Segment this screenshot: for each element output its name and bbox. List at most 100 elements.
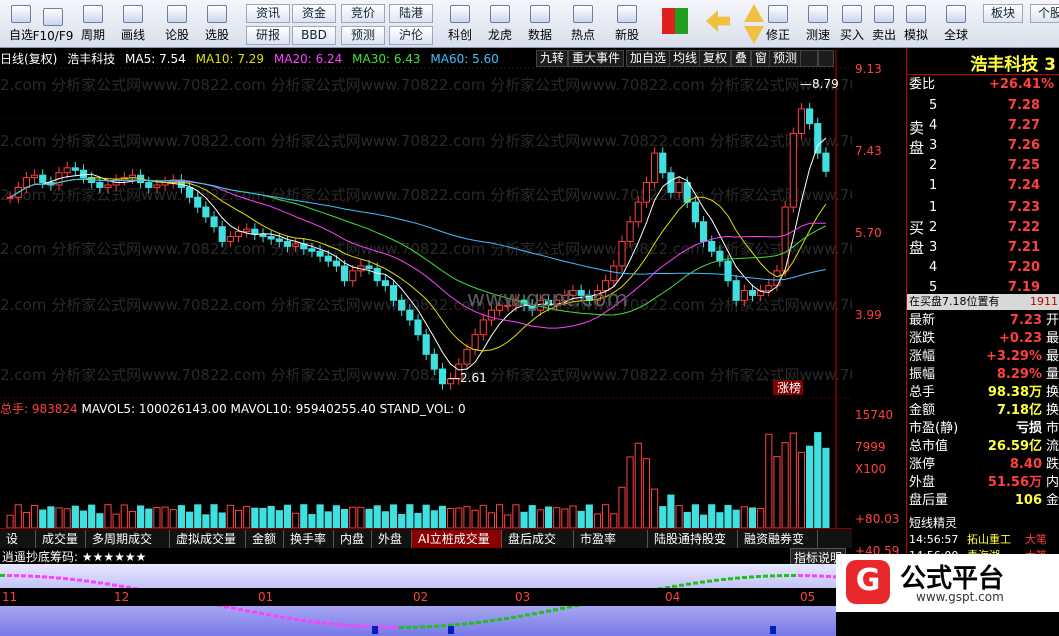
indicator-mark bbox=[21, 574, 26, 578]
buy-position-value: 1911 bbox=[1030, 295, 1058, 308]
indicator-mark bbox=[427, 625, 432, 629]
back-arrow-icon[interactable] bbox=[706, 10, 730, 32]
volume-bar bbox=[512, 504, 520, 529]
indicator-mark bbox=[343, 623, 348, 627]
toolbar-label: 卖出 bbox=[871, 28, 896, 42]
indicator-tab[interactable]: AI立桩成交量 bbox=[412, 530, 502, 548]
toolbar-button-4[interactable]: 论股 bbox=[158, 2, 196, 46]
volume-bar bbox=[797, 451, 806, 529]
quote-stat-row: 金额 7.18亿换 bbox=[907, 402, 1059, 420]
indicator-tab[interactable]: 陆股通持股变化 bbox=[648, 530, 738, 564]
volume-bar bbox=[553, 507, 561, 529]
date-axis-label: 11 bbox=[2, 590, 18, 604]
price-axis-label: 9.13 bbox=[855, 62, 882, 76]
quote-stat-value: 51.56万 bbox=[987, 475, 1042, 490]
volume-bar bbox=[781, 442, 789, 529]
toolbar-small-button[interactable]: 预测 bbox=[341, 26, 385, 45]
toolbar-button-10[interactable]: 新股 bbox=[608, 2, 646, 46]
indicator-tab[interactable]: 成交量 bbox=[36, 530, 86, 548]
indicator-mark bbox=[490, 619, 495, 623]
indicator-tab[interactable]: 多周期成交量 bbox=[86, 530, 170, 564]
volume-bar bbox=[292, 512, 300, 529]
quote-stat-extra: 换 bbox=[1045, 403, 1059, 418]
kline-chart[interactable]: 2.com 分析家公式网www.70822.com 分析家公式网www.7082… bbox=[0, 50, 852, 606]
indicator-mark bbox=[392, 625, 397, 629]
quote-stat-extra: 内 bbox=[1045, 475, 1059, 490]
stock-title: 浩丰科技 3 bbox=[970, 55, 1056, 75]
toolbar-button-5[interactable]: 选股 bbox=[198, 2, 236, 46]
quote-stat-label: 涨幅 bbox=[909, 349, 936, 364]
toolbar-right-button[interactable]: 板块 bbox=[983, 4, 1023, 23]
volume-bar bbox=[438, 505, 447, 529]
volume-bar bbox=[6, 514, 14, 529]
indicator-mark bbox=[357, 624, 362, 628]
toolbar-button-11[interactable]: 修正 bbox=[759, 2, 797, 46]
volume-bar bbox=[536, 509, 544, 529]
candle-body bbox=[259, 233, 267, 238]
candle-body bbox=[373, 267, 381, 282]
indicator-mark bbox=[0, 574, 5, 577]
toolbar-button-16[interactable]: 全球 bbox=[937, 2, 975, 46]
volume-bar bbox=[153, 507, 161, 529]
sell-icon bbox=[874, 5, 894, 23]
toolbar-right-button[interactable]: 个股 bbox=[1030, 4, 1059, 23]
weibi-label: 委比 bbox=[909, 77, 936, 92]
toolbar-button-3[interactable]: 画线 bbox=[114, 2, 152, 46]
quote-stat-value: 106 bbox=[1014, 493, 1042, 508]
candle-body bbox=[308, 248, 316, 252]
toolbar-button-8[interactable]: 数据 bbox=[521, 2, 559, 46]
toolbar-label: 论股 bbox=[164, 28, 189, 42]
toolbar-small-button[interactable]: 资讯 bbox=[246, 4, 290, 23]
indicator-tab[interactable]: 融资融券变化 bbox=[738, 530, 818, 564]
indicator-tab[interactable]: 内盘 bbox=[334, 530, 372, 548]
quote-stat-value: +0.23 bbox=[999, 331, 1042, 346]
quote-stat-extra: 最 bbox=[1045, 349, 1059, 364]
indicator-mark bbox=[518, 614, 523, 618]
sell-level-row: 5 7.28 bbox=[927, 96, 1059, 116]
candle-body bbox=[642, 182, 651, 203]
indicator-mark bbox=[322, 621, 327, 625]
toolbar-button-9[interactable]: 热点 bbox=[564, 2, 602, 46]
favorites-color-icon[interactable] bbox=[662, 8, 688, 34]
toolbar-small-button[interactable]: 沪伦 bbox=[389, 26, 433, 45]
toolbar-label: 自选 bbox=[8, 28, 33, 42]
volume-bar bbox=[47, 506, 55, 529]
candle-body bbox=[708, 240, 716, 252]
toolbar-small-button[interactable]: BBD bbox=[292, 26, 336, 45]
toolbar-button-6[interactable]: 科创 bbox=[441, 2, 479, 46]
toolbar-button-2[interactable]: 周期 bbox=[74, 2, 112, 46]
toolbar-small-button[interactable]: 陆港 bbox=[389, 4, 433, 23]
indicator-mark bbox=[385, 625, 390, 629]
indicator-mark bbox=[350, 624, 355, 628]
toolbar-small-button[interactable]: 竞价 bbox=[341, 4, 385, 23]
toolbar-small-button[interactable]: 研报 bbox=[246, 26, 290, 45]
indicator-tab[interactable]: 外盘 bbox=[372, 530, 412, 548]
indicator-mark bbox=[532, 612, 537, 616]
toolbar-button-12[interactable]: 测速 bbox=[799, 2, 837, 46]
candle-body bbox=[773, 270, 781, 287]
indicator-tab[interactable]: 设置 bbox=[0, 530, 36, 564]
candle-body bbox=[22, 177, 30, 188]
watermark-text: 2.com 分析家公式网www.70822.com 分析家公式网www.7082… bbox=[0, 186, 852, 204]
volume-bar bbox=[740, 506, 748, 529]
volume-bar bbox=[487, 512, 496, 529]
toolbar-small-button[interactable]: 资金 bbox=[292, 4, 336, 23]
indicator-tab[interactable]: 换手率 bbox=[284, 530, 334, 548]
toolbar-button-7[interactable]: 龙虎 bbox=[481, 2, 519, 46]
indicator-tab[interactable]: 金额 bbox=[246, 530, 284, 548]
indicator-tab[interactable]: 市盈率(ttm) bbox=[574, 530, 648, 564]
indicator-mark bbox=[259, 612, 264, 616]
quote-stat-extra: 流 bbox=[1045, 439, 1059, 454]
indicator-tab[interactable]: 虚拟成交量 bbox=[170, 530, 246, 548]
sell-level-num: 4 bbox=[929, 118, 938, 133]
quote-stat-value: 7.18亿 bbox=[996, 403, 1042, 418]
candle-body bbox=[634, 201, 642, 223]
toolbar-button-1[interactable]: F10/F9 bbox=[33, 2, 73, 46]
volume-bar bbox=[389, 504, 398, 529]
toolbar-label: 修正 bbox=[765, 28, 790, 42]
toolbar-button-15[interactable]: 模拟 bbox=[897, 2, 935, 46]
watermark-text: 2.com 分析家公式网www.70822.com 分析家公式网www.7082… bbox=[0, 240, 852, 258]
indicator-tab[interactable]: 盘后成交量 bbox=[502, 530, 574, 564]
short-line-name: 拓山重工 bbox=[967, 533, 1011, 546]
quote-stat-row: 最新 7.23 开 bbox=[907, 312, 1059, 330]
